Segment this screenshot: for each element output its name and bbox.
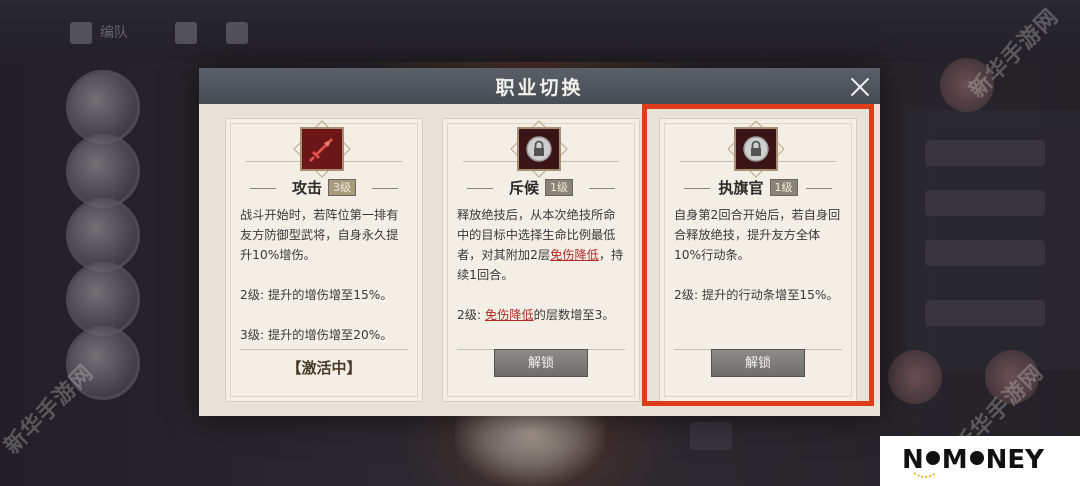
job-name: 攻击 bbox=[291, 179, 322, 197]
active-status-label: 【激活中】 bbox=[286, 359, 362, 377]
background-row bbox=[925, 140, 1045, 166]
bag-icon bbox=[226, 22, 248, 44]
job-card-scout[interactable]: 斥候 1级 释放绝技后，从本次绝技所命中的目标中选择生命比例最低者，对其附加2层免… bbox=[442, 118, 640, 402]
job-card-attack[interactable]: 攻击 3级 战斗开始时，若阵位第一排有友方防御型武将，自身永久提升10%增伤。 2… bbox=[225, 118, 423, 402]
hero-avatar bbox=[66, 134, 140, 208]
job-switch-dialog: 职业切换 攻击 3级 战斗开始时，若阵位第一排有友方防御型武将，自身永久提升10… bbox=[199, 68, 880, 416]
lock-icon bbox=[517, 127, 561, 171]
sword-icon bbox=[300, 127, 344, 171]
desc-line: 自身第2回合开始后，若自身回合释放绝技，提升友方全体10%行动条。 bbox=[674, 208, 841, 262]
job-title-row: 斥候 1级 bbox=[443, 177, 639, 199]
desc-line: 释放绝技后，从本次绝技所命中的目标中选择生命比例最低者，对其附加2层免伤降低，持… bbox=[457, 208, 624, 282]
background-side-panel bbox=[905, 110, 1080, 370]
dialog-header: 职业切换 bbox=[199, 68, 880, 104]
job-card-standard-bearer[interactable]: 执旗官 1级 自身第2回合开始后，若自身回合释放绝技，提升友方全体10%行动条。 … bbox=[659, 118, 857, 402]
brand-logo: N M NEY bbox=[880, 436, 1080, 486]
desc-line: 2级: 免伤降低的层数增至3。 bbox=[457, 308, 615, 322]
keyword-damage-reduction-down[interactable]: 免伤降低 bbox=[550, 248, 599, 262]
divider bbox=[240, 349, 408, 350]
desc-line: 战斗开始时，若阵位第一排有友方防御型武将，自身永久提升10%增伤。 bbox=[240, 208, 399, 262]
smile-icon bbox=[913, 472, 937, 478]
dialog-title: 职业切换 bbox=[495, 77, 584, 99]
job-title-row: 攻击 3级 bbox=[226, 177, 422, 199]
job-icon bbox=[727, 120, 785, 178]
job-name: 斥候 bbox=[508, 179, 539, 197]
desc-line: 2级: 提升的行动条增至15%。 bbox=[674, 288, 839, 302]
hero-avatar bbox=[66, 198, 140, 272]
job-name: 执旗官 bbox=[718, 179, 764, 197]
background-button bbox=[690, 422, 732, 450]
job-level-badge: 3级 bbox=[328, 179, 356, 196]
background-row bbox=[925, 300, 1045, 326]
background-tab-label: 编队 bbox=[100, 25, 128, 41]
background-row bbox=[925, 190, 1045, 216]
unlock-button[interactable]: 解锁 bbox=[711, 349, 805, 377]
job-description: 战斗开始时，若阵位第一排有友方防御型武将，自身永久提升10%增伤。 2级: 提升… bbox=[240, 205, 408, 345]
background-row bbox=[925, 240, 1045, 266]
logo-text: N M NEY bbox=[902, 445, 1044, 475]
job-description: 自身第2回合开始后，若自身回合释放绝技，提升友方全体10%行动条。 2级: 提升… bbox=[674, 205, 842, 305]
job-level-badge: 1级 bbox=[769, 179, 798, 196]
hero-avatar bbox=[66, 262, 140, 336]
close-icon[interactable] bbox=[849, 76, 871, 98]
desc-line: 2级: 提升的增伤增至15%。 bbox=[240, 288, 393, 302]
background-character bbox=[455, 410, 605, 486]
desc-line: 3级: 提升的增伤增至20%。 bbox=[240, 328, 393, 342]
lock-icon bbox=[734, 127, 778, 171]
job-icon bbox=[293, 120, 351, 178]
job-icon bbox=[510, 120, 568, 178]
job-level-badge: 1级 bbox=[545, 179, 573, 196]
unlock-button[interactable]: 解锁 bbox=[494, 349, 588, 377]
home-icon bbox=[175, 22, 197, 44]
job-description: 释放绝技后，从本次绝技所命中的目标中选择生命比例最低者，对其附加2层免伤降低，持… bbox=[457, 205, 625, 325]
background-top-bar: 编队 bbox=[0, 0, 1080, 62]
job-title-row: 执旗官 1级 bbox=[660, 177, 856, 199]
menu-icon bbox=[70, 22, 92, 44]
keyword-damage-reduction-down[interactable]: 免伤降低 bbox=[485, 308, 534, 322]
background-avatar bbox=[888, 350, 942, 404]
hero-avatar bbox=[66, 70, 140, 144]
